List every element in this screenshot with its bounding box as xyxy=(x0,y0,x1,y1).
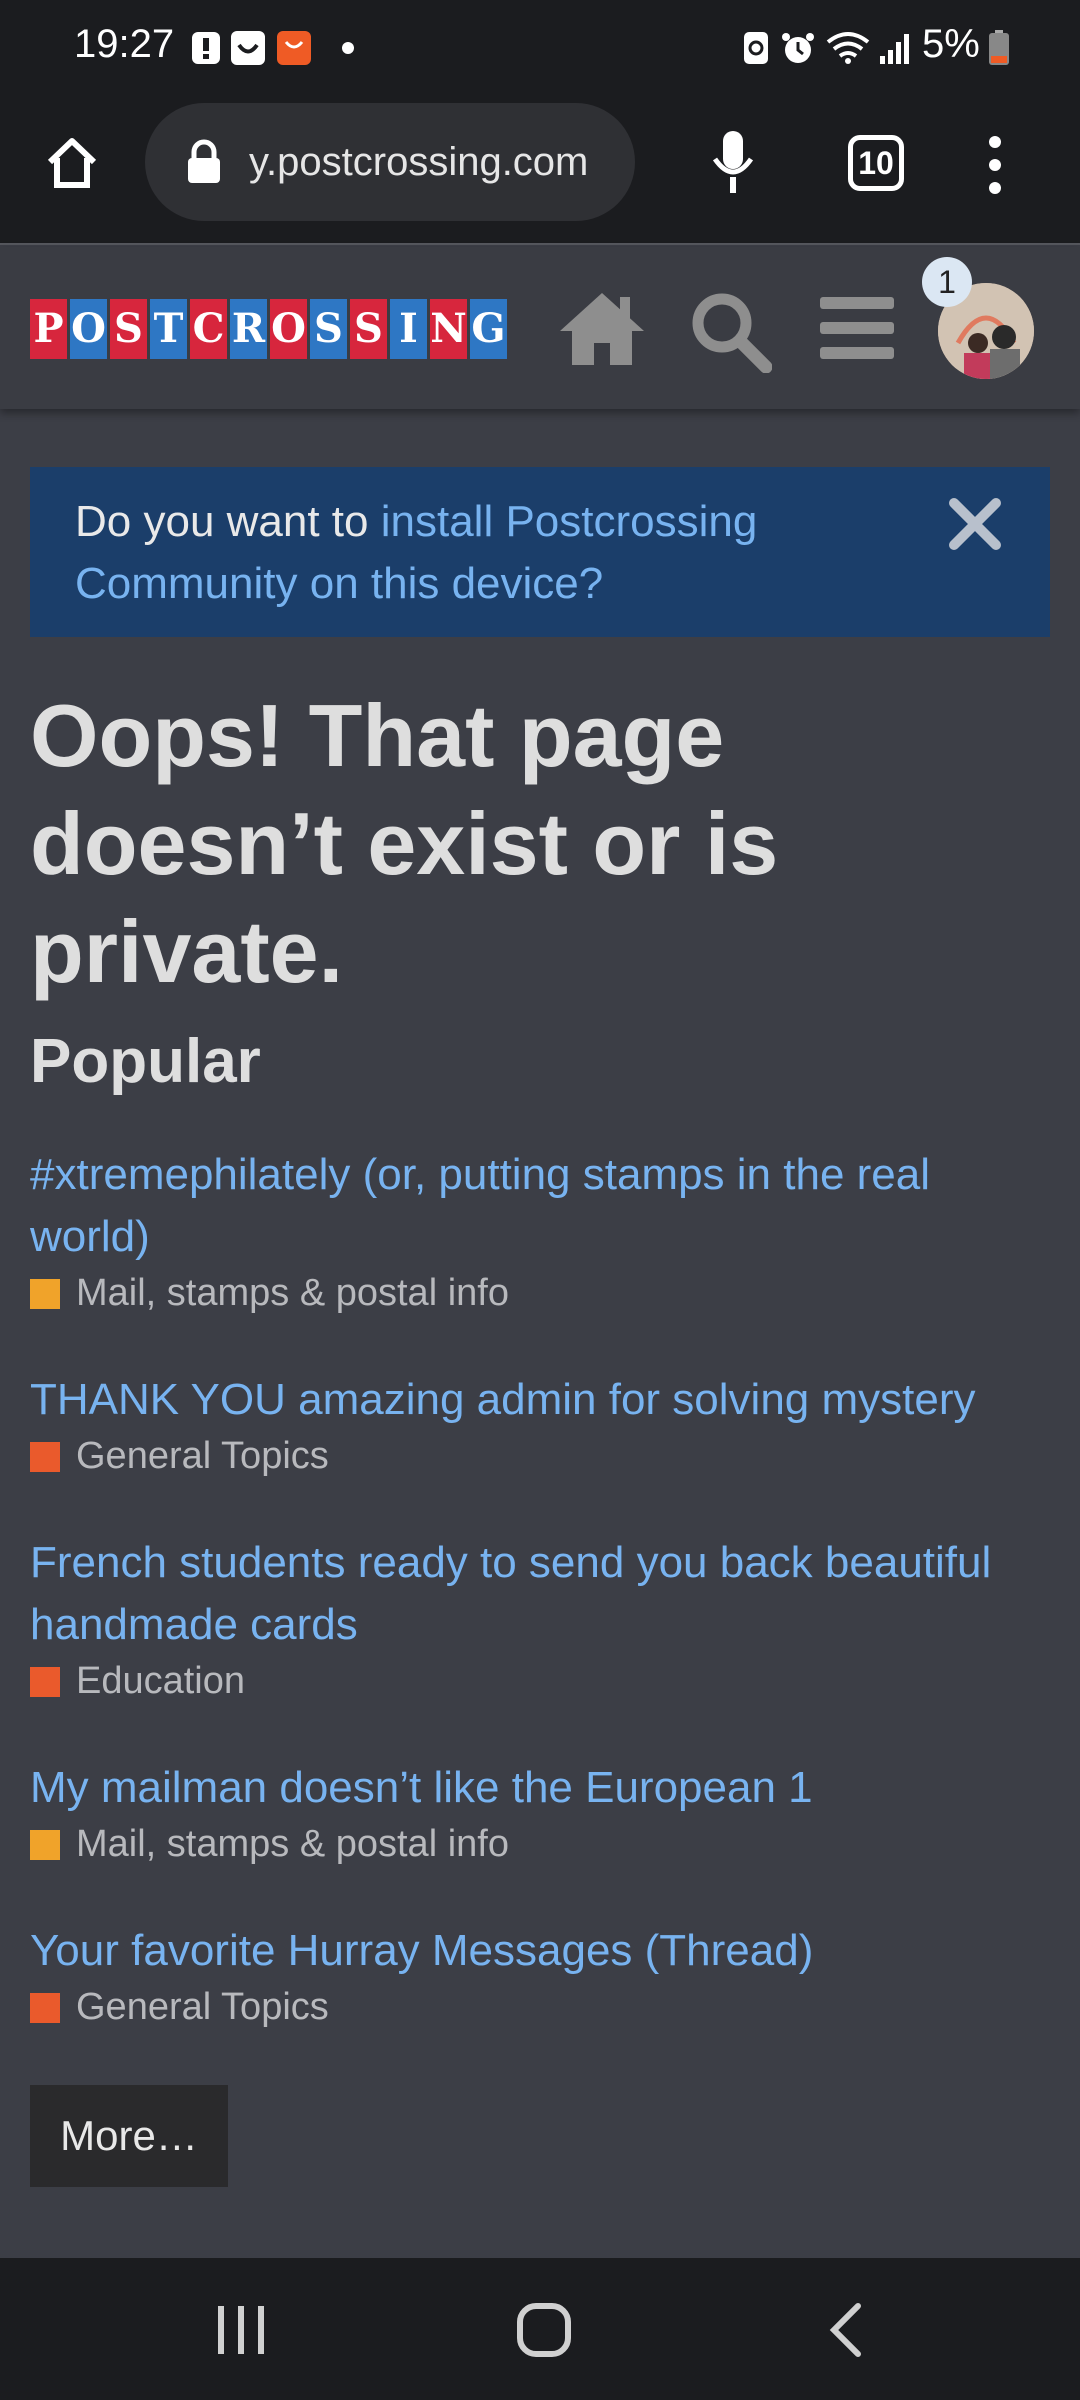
battery-percent: 5% xyxy=(922,22,980,66)
more-button[interactable]: More… xyxy=(30,2085,228,2187)
lock-icon xyxy=(188,139,220,183)
battery-icon xyxy=(989,30,1009,65)
category-swatch xyxy=(30,1992,60,2023)
status-time: 19:27 xyxy=(74,22,175,66)
logo-letter: C xyxy=(190,299,227,359)
address-bar[interactable]: y.postcrossing.com xyxy=(145,103,635,221)
install-banner: Do you want to install Postcrossing Comm… xyxy=(30,467,1050,637)
logo-letter: O xyxy=(270,299,307,359)
category-swatch xyxy=(30,1666,60,1697)
logo-letter: S xyxy=(310,299,347,359)
logo-letter: P xyxy=(30,299,67,359)
list-item[interactable]: Your favorite Hurray Messages (Thread) G… xyxy=(30,1920,1050,2029)
home-icon[interactable] xyxy=(556,289,648,367)
alarm-icon xyxy=(782,33,814,63)
mic-icon[interactable] xyxy=(710,129,756,195)
list-item[interactable]: THANK YOU amazing admin for solving myst… xyxy=(30,1369,1050,1478)
dot-icon xyxy=(342,42,354,54)
category-swatch xyxy=(30,1829,60,1860)
browser-toolbar: y.postcrossing.com 10 xyxy=(0,95,1080,245)
home-nav-icon[interactable] xyxy=(516,2302,572,2358)
list-item[interactable]: French students ready to send you back b… xyxy=(30,1532,1050,1703)
category-swatch xyxy=(30,1441,60,1472)
smile-app-icon xyxy=(231,31,265,65)
logo-letter: S xyxy=(350,299,387,359)
page-title: Oops! That page doesn’t exist or is priv… xyxy=(30,686,779,1001)
recent-apps-icon[interactable] xyxy=(214,2304,268,2356)
logo-letter: G xyxy=(470,299,507,359)
system-nav-bar xyxy=(0,2258,1080,2400)
topic-category[interactable]: Mail, stamps & postal info xyxy=(30,1272,1050,1315)
category-label[interactable]: General Topics xyxy=(76,1435,329,1478)
alert-icon xyxy=(192,32,220,64)
url-text[interactable]: y.postcrossing.com xyxy=(249,140,629,185)
topic-title[interactable]: Your favorite Hurray Messages (Thread) xyxy=(30,1920,1050,1982)
logo-letter: I xyxy=(390,299,427,359)
category-label[interactable]: Mail, stamps & postal info xyxy=(76,1823,509,1866)
category-label[interactable]: Mail, stamps & postal info xyxy=(76,1272,509,1315)
signal-icon xyxy=(880,34,909,64)
list-item[interactable]: #xtremephilately (or, putting stamps in … xyxy=(30,1144,1050,1315)
tabs-button[interactable]: 10 xyxy=(848,135,904,191)
site-header: POSTCROSSING xyxy=(0,247,1080,409)
topic-title[interactable]: French students ready to send you back b… xyxy=(30,1532,1050,1656)
logo-letter: T xyxy=(150,299,187,359)
category-swatch xyxy=(30,1278,60,1309)
logo-letter: O xyxy=(70,299,107,359)
list-item[interactable]: My mailman doesn’t like the European 1 M… xyxy=(30,1757,1050,1866)
more-vert-icon[interactable] xyxy=(982,133,1008,197)
back-icon[interactable] xyxy=(826,2302,866,2358)
menu-icon[interactable] xyxy=(820,295,894,361)
logo-letter: R xyxy=(230,299,267,359)
topic-title[interactable]: #xtremephilately (or, putting stamps in … xyxy=(30,1144,1050,1268)
popular-heading: Popular xyxy=(30,1027,261,1096)
install-banner-prefix: Do you want to xyxy=(75,497,381,546)
recycle-icon xyxy=(744,32,768,64)
topic-title[interactable]: THANK YOU amazing admin for solving myst… xyxy=(30,1369,1050,1431)
shop-app-icon xyxy=(277,31,311,65)
logo-letter: N xyxy=(430,299,467,359)
topic-category[interactable]: General Topics xyxy=(30,1435,1050,1478)
search-icon[interactable] xyxy=(688,289,772,373)
install-banner-text: Do you want to install Postcrossing Comm… xyxy=(75,491,905,615)
topic-category[interactable]: Education xyxy=(30,1660,1050,1703)
topic-category[interactable]: Mail, stamps & postal info xyxy=(30,1823,1050,1866)
topic-title[interactable]: My mailman doesn’t like the European 1 xyxy=(30,1757,1050,1819)
status-bar: 19:27 5% xyxy=(0,0,1080,95)
category-label[interactable]: Education xyxy=(76,1660,245,1703)
notification-badge[interactable]: 1 xyxy=(922,257,972,307)
category-label[interactable]: General Topics xyxy=(76,1986,329,2029)
close-icon[interactable] xyxy=(948,497,1002,551)
home-icon[interactable] xyxy=(44,135,100,191)
postcrossing-logo[interactable]: POSTCROSSING xyxy=(30,299,510,361)
wifi-icon xyxy=(826,32,870,64)
topic-category[interactable]: General Topics xyxy=(30,1986,1050,2029)
logo-letter: S xyxy=(110,299,147,359)
